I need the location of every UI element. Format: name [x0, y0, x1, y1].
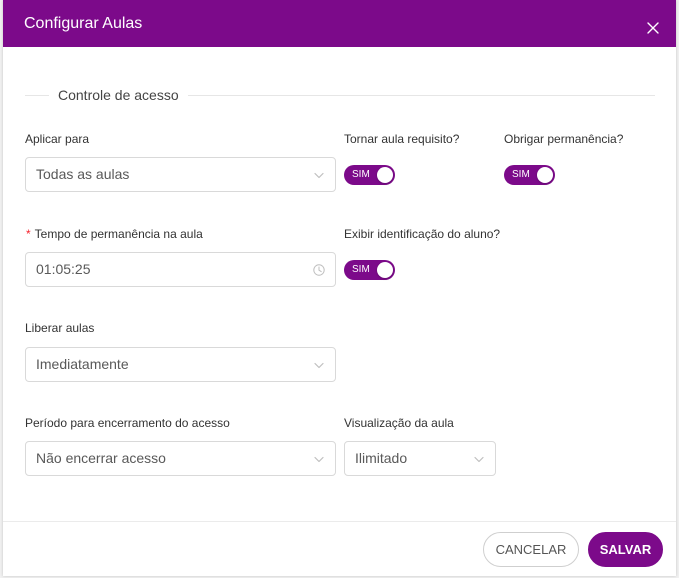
- legend-divider-left: [25, 94, 49, 96]
- exibir-identificacao-switch[interactable]: SIM: [344, 260, 395, 280]
- clock-icon: [313, 264, 325, 276]
- visualizacao-select[interactable]: Ilimitado: [344, 441, 496, 476]
- chevron-down-icon: [313, 453, 325, 465]
- tempo-permanencia-label-text: Tempo de permanência na aula: [34, 227, 203, 241]
- tornar-requisito-label: Tornar aula requisito?: [344, 132, 460, 146]
- liberar-aulas-label: Liberar aulas: [25, 321, 95, 335]
- switch-text: SIM: [352, 264, 370, 275]
- liberar-aulas-value: Imediatamente: [36, 356, 129, 372]
- close-button[interactable]: [643, 18, 663, 38]
- obrigar-permanencia-switch[interactable]: SIM: [504, 165, 555, 185]
- chevron-down-icon: [473, 453, 485, 465]
- tempo-permanencia-value: 01:05:25: [36, 261, 91, 277]
- switch-knob: [537, 167, 553, 183]
- required-mark: *: [26, 227, 31, 241]
- close-icon[interactable]: [647, 22, 659, 34]
- configurar-aulas-modal: Configurar Aulas Controle de acesso Apli…: [3, 0, 676, 576]
- switch-text: SIM: [352, 169, 370, 180]
- footer-divider: [3, 521, 676, 522]
- aplicar-para-value: Todas as aulas: [36, 166, 130, 182]
- periodo-encerramento-select[interactable]: Não encerrar acesso: [25, 441, 336, 476]
- periodo-encerramento-value: Não encerrar acesso: [36, 450, 166, 466]
- legend-divider-right: [187, 94, 655, 96]
- switch-text: SIM: [512, 169, 530, 180]
- save-button[interactable]: SALVAR: [588, 532, 663, 567]
- cancel-button[interactable]: CANCELAR: [483, 532, 579, 567]
- obrigar-permanencia-label: Obrigar permanência?: [504, 132, 624, 146]
- liberar-aulas-select[interactable]: Imediatamente: [25, 347, 336, 382]
- aplicar-para-select[interactable]: Todas as aulas: [25, 157, 336, 192]
- section-controle-de-acesso: Controle de acesso: [25, 86, 655, 104]
- periodo-encerramento-label: Período para encerramento do acesso: [25, 416, 230, 430]
- switch-knob: [377, 167, 393, 183]
- chevron-down-icon: [313, 359, 325, 371]
- switch-knob: [377, 262, 393, 278]
- tempo-permanencia-label: * Tempo de permanência na aula: [26, 227, 203, 241]
- section-legend: Controle de acesso: [58, 87, 179, 103]
- exibir-identificacao-label: Exibir identificação do aluno?: [344, 227, 501, 241]
- chevron-down-icon: [313, 169, 325, 181]
- aplicar-para-label: Aplicar para: [25, 132, 90, 146]
- tempo-permanencia-input[interactable]: 01:05:25: [25, 252, 336, 287]
- visualizacao-label: Visualização da aula: [344, 416, 454, 430]
- modal-title: Configurar Aulas: [24, 15, 143, 32]
- modal-header: Configurar Aulas: [3, 0, 676, 47]
- tornar-requisito-switch[interactable]: SIM: [344, 165, 395, 185]
- visualizacao-value: Ilimitado: [355, 450, 408, 466]
